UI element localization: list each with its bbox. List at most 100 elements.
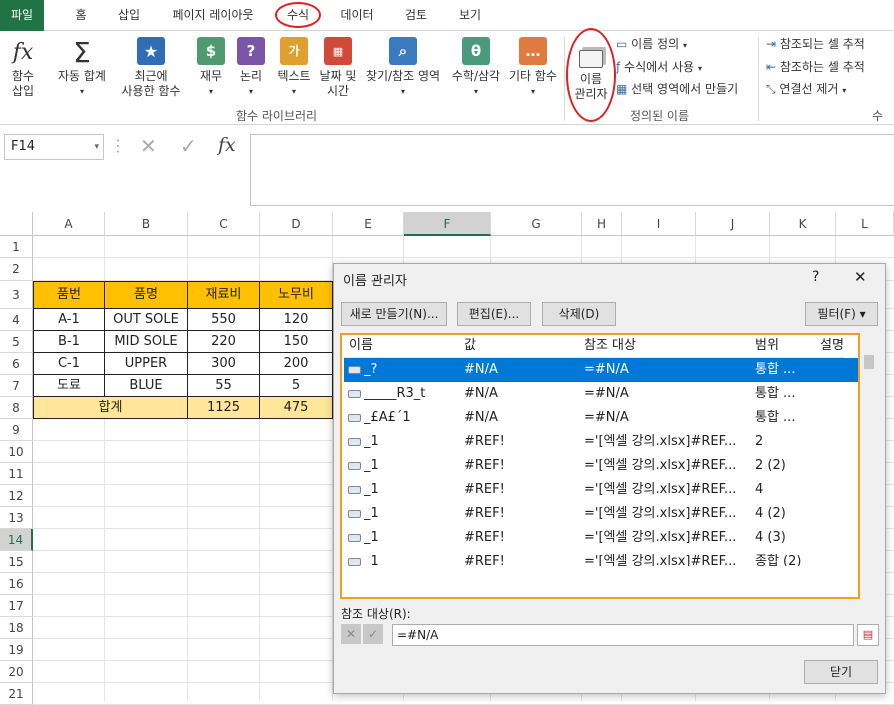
select-all-corner[interactable] bbox=[0, 212, 33, 236]
lookup-reference-button[interactable]: ⌕ 찾기/참조 영역 ▾ bbox=[360, 37, 446, 99]
column-header[interactable]: C bbox=[188, 212, 260, 236]
tab-file[interactable]: 파일 bbox=[0, 0, 44, 31]
table-cell[interactable]: BLUE bbox=[105, 375, 188, 397]
row-header[interactable]: 13 bbox=[0, 507, 33, 529]
column-header-comment[interactable]: 설명 bbox=[820, 335, 844, 357]
define-name-button[interactable]: ▭ 이름 정의 ▾ bbox=[616, 36, 687, 54]
trace-precedents-button[interactable]: ⇥ 참조되는 셀 추적 bbox=[766, 36, 865, 52]
autosum-button[interactable]: Σ 자동 합계 ▾ bbox=[52, 37, 112, 99]
row-header[interactable]: 15 bbox=[0, 551, 33, 573]
header-cell[interactable]: 품명 bbox=[105, 281, 188, 309]
table-cell[interactable]: 150 bbox=[260, 331, 333, 353]
name-list-row[interactable]: _1 #REF! ='[엑셀 강의.xlsx]#REF... 4 (3) bbox=[344, 526, 858, 550]
column-header[interactable]: B bbox=[105, 212, 188, 236]
name-list-row[interactable]: _1 #REF! ='[엑셀 강의.xlsx]#REF... 4 (2) bbox=[344, 502, 858, 526]
column-header[interactable]: L bbox=[836, 212, 894, 236]
text-button[interactable]: 가 텍스트 ▾ bbox=[272, 37, 316, 99]
cancel-edit-icon[interactable]: ✕ bbox=[341, 624, 361, 644]
total-cell[interactable]: 475 bbox=[260, 397, 333, 419]
table-cell[interactable]: B-1 bbox=[33, 331, 105, 353]
table-cell[interactable]: C-1 bbox=[33, 353, 105, 375]
header-cell[interactable]: 품번 bbox=[33, 281, 105, 309]
header-cell[interactable]: 노무비 bbox=[260, 281, 333, 309]
filter-button[interactable]: 필터(F) ▾ bbox=[805, 302, 878, 326]
tab-page-layout[interactable]: 페이지 레이아웃 bbox=[160, 0, 266, 31]
trace-dependents-button[interactable]: ⇤ 참조하는 셀 추적 bbox=[766, 59, 865, 75]
row-header[interactable]: 14 bbox=[0, 529, 33, 551]
column-header[interactable]: J bbox=[696, 212, 770, 236]
close-icon[interactable]: ✕ bbox=[854, 268, 867, 286]
table-cell[interactable]: 220 bbox=[188, 331, 260, 353]
table-cell[interactable]: 200 bbox=[260, 353, 333, 375]
enter-icon[interactable]: ✓ bbox=[180, 134, 197, 158]
row-header[interactable]: 9 bbox=[0, 419, 33, 441]
scrollbar-thumb[interactable] bbox=[864, 355, 874, 369]
column-header[interactable]: A bbox=[33, 212, 105, 236]
row-header[interactable]: 21 bbox=[0, 683, 33, 705]
help-button[interactable]: ? bbox=[812, 269, 819, 285]
collapse-dialog-icon[interactable]: ▤ bbox=[857, 624, 879, 646]
name-list-row[interactable]: _? #N/A =#N/A 통합 ... bbox=[344, 358, 858, 382]
table-cell[interactable]: 도료 bbox=[33, 375, 105, 397]
table-cell[interactable]: 55 bbox=[188, 375, 260, 397]
tab-review[interactable]: 검토 bbox=[392, 0, 440, 31]
insert-function-button[interactable]: fx 함수 삽입 bbox=[2, 37, 44, 99]
use-in-formula-button[interactable]: ƒ 수식에서 사용 ▾ bbox=[616, 59, 702, 77]
name-list-row[interactable]: _1 #REF! ='[엑셀 강의.xlsx]#REF... 종합 (2) bbox=[344, 550, 858, 566]
row-header[interactable]: 8 bbox=[0, 397, 33, 419]
new-name-button[interactable]: 새로 만들기(N)... bbox=[341, 302, 447, 326]
refers-to-input[interactable]: =#N/A bbox=[392, 624, 854, 646]
table-cell[interactable]: MID SOLE bbox=[105, 331, 188, 353]
header-cell[interactable]: 재료비 bbox=[188, 281, 260, 309]
column-header[interactable]: F bbox=[404, 212, 491, 236]
financial-button[interactable]: $ 재무 ▾ bbox=[194, 37, 228, 99]
create-from-selection-button[interactable]: ▦ 선택 영역에서 만들기 bbox=[616, 81, 738, 97]
tab-view[interactable]: 보기 bbox=[448, 0, 492, 31]
table-cell[interactable]: 5 bbox=[260, 375, 333, 397]
cancel-icon[interactable]: ✕ bbox=[140, 134, 157, 158]
logical-button[interactable]: ? 논리 ▾ bbox=[234, 37, 268, 99]
table-cell[interactable]: 120 bbox=[260, 309, 333, 331]
total-cell[interactable]: 1125 bbox=[188, 397, 260, 419]
column-header-scope[interactable]: 범위 bbox=[755, 335, 779, 357]
table-cell[interactable]: 550 bbox=[188, 309, 260, 331]
list-scrollbar[interactable] bbox=[862, 352, 876, 582]
column-header[interactable]: I bbox=[622, 212, 696, 236]
row-header[interactable]: 17 bbox=[0, 595, 33, 617]
date-time-button[interactable]: ▦ 날짜 및 시간 bbox=[316, 37, 360, 99]
column-header-name[interactable]: 이름 bbox=[349, 335, 373, 357]
row-header[interactable]: 11 bbox=[0, 463, 33, 485]
column-header-value[interactable]: 값 bbox=[464, 335, 476, 357]
more-functions-button[interactable]: … 기타 함수 ▾ bbox=[504, 37, 562, 99]
tab-home[interactable]: 홈 bbox=[64, 0, 98, 31]
row-header[interactable]: 5 bbox=[0, 331, 33, 353]
formula-input[interactable] bbox=[250, 134, 894, 206]
table-cell[interactable]: A-1 bbox=[33, 309, 105, 331]
column-header[interactable]: G bbox=[491, 212, 582, 236]
column-header-refers-to[interactable]: 참조 대상 bbox=[584, 335, 636, 357]
edit-name-button[interactable]: 편집(E)... bbox=[457, 302, 531, 326]
column-header[interactable]: D bbox=[260, 212, 333, 236]
name-box[interactable]: F14 ▾ bbox=[4, 134, 104, 160]
row-header[interactable]: 4 bbox=[0, 309, 33, 331]
column-header[interactable]: E bbox=[333, 212, 404, 236]
row-header[interactable]: 2 bbox=[0, 258, 33, 281]
recent-functions-button[interactable]: ★ 최근에 사용한 함수 bbox=[112, 37, 190, 99]
name-list-row[interactable]: _1 #REF! ='[엑셀 강의.xlsx]#REF... 2 bbox=[344, 430, 858, 454]
name-list-row[interactable]: _£A£´1 #N/A =#N/A 통합 ... bbox=[344, 406, 858, 430]
name-list-row[interactable]: _____R3_t #N/A =#N/A 통합 ... bbox=[344, 382, 858, 406]
row-header[interactable]: 3 bbox=[0, 281, 33, 309]
math-trig-button[interactable]: θ 수학/삼각 ▾ bbox=[446, 37, 506, 99]
row-header[interactable]: 12 bbox=[0, 485, 33, 507]
row-header[interactable]: 18 bbox=[0, 617, 33, 639]
table-cell[interactable]: OUT SOLE bbox=[105, 309, 188, 331]
row-header[interactable]: 1 bbox=[0, 236, 33, 258]
name-list-row[interactable]: _1 #REF! ='[엑셀 강의.xlsx]#REF... 4 bbox=[344, 478, 858, 502]
row-header[interactable]: 16 bbox=[0, 573, 33, 595]
table-cell[interactable]: 300 bbox=[188, 353, 260, 375]
table-cell[interactable]: UPPER bbox=[105, 353, 188, 375]
column-header[interactable]: H bbox=[582, 212, 622, 236]
tab-data[interactable]: 데이터 bbox=[332, 0, 382, 31]
row-header[interactable]: 10 bbox=[0, 441, 33, 463]
column-header[interactable]: K bbox=[770, 212, 836, 236]
